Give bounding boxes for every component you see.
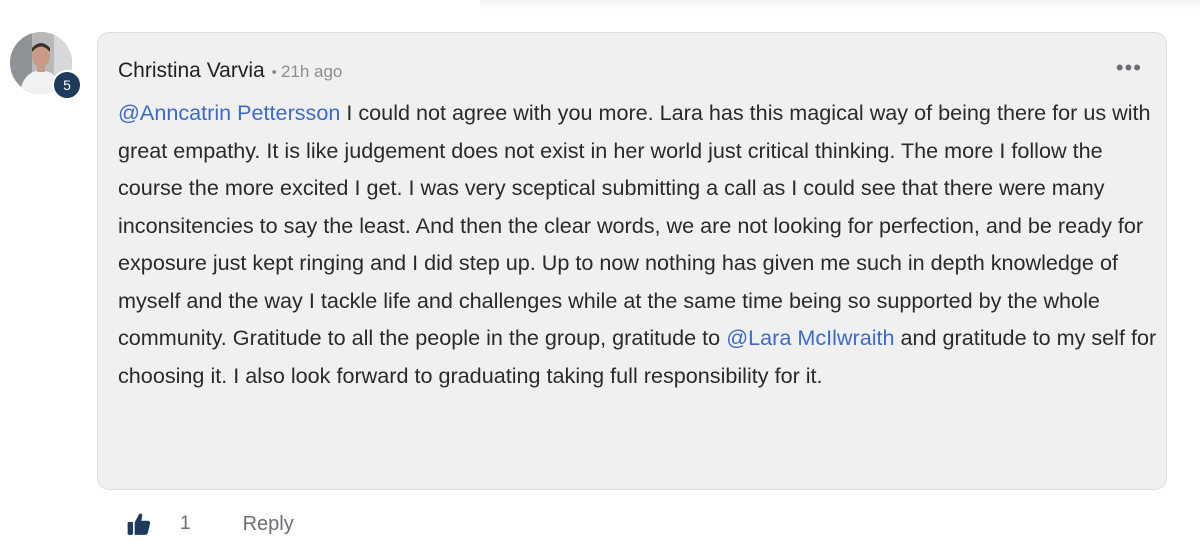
like-count: 1 bbox=[180, 513, 191, 534]
more-horizontal-icon[interactable]: ••• bbox=[1116, 57, 1142, 79]
mention-link[interactable]: @Anncatrin Pettersson bbox=[118, 100, 340, 125]
comment-header: Christina Varvia • 21h ago bbox=[118, 59, 342, 83]
author-avatar[interactable]: 5 bbox=[10, 32, 82, 100]
reply-button[interactable]: Reply bbox=[243, 513, 294, 536]
comment-text: I could not agree with you more. Lara ha… bbox=[118, 100, 1151, 350]
comment-body: @Anncatrin Pettersson I could not agree … bbox=[118, 94, 1158, 394]
level-badge: 5 bbox=[52, 70, 82, 100]
author-name[interactable]: Christina Varvia bbox=[118, 59, 265, 83]
comment-actions: 1 Reply bbox=[124, 506, 294, 542]
timestamp: 21h ago bbox=[280, 62, 343, 81]
comment-bubble: Christina Varvia • 21h ago ••• @Anncatri… bbox=[97, 32, 1167, 490]
separator-dot: • bbox=[271, 64, 277, 81]
mention-link[interactable]: @Lara McIlwraith bbox=[726, 325, 894, 350]
thumbs-up-icon bbox=[127, 513, 151, 535]
comment-view: 5 Christina Varvia • 21h ago ••• @Anncat… bbox=[0, 0, 1200, 554]
like-button[interactable] bbox=[124, 509, 154, 539]
previous-content-edge bbox=[480, 0, 1200, 10]
